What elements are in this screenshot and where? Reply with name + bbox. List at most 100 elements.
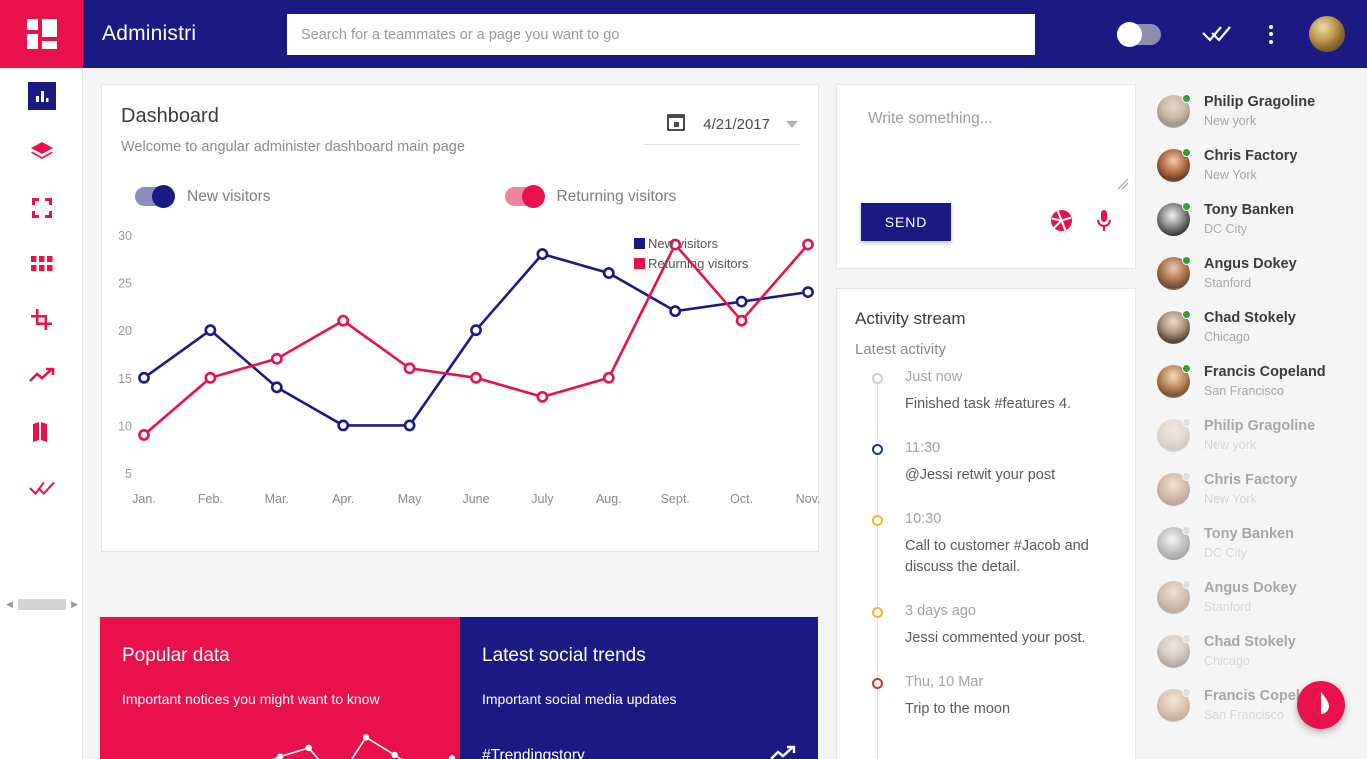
contact-item[interactable]: Tony Banken DC City [1151,192,1367,246]
dashboard-card: Dashboard Welcome to angular administer … [101,84,820,552]
user-avatar[interactable] [1309,16,1345,52]
timeline-dot [871,678,883,690]
status-badge [1182,579,1191,589]
social-trend-row[interactable]: #Trendingstory [482,729,796,759]
contact-name: Chad Stokely [1204,310,1296,326]
contact-item[interactable]: Chris Factory New York [1151,138,1367,192]
scrollbar-thumb[interactable] [18,598,66,610]
search-container [287,14,1035,55]
activity-item[interactable]: Just now Finished task #features 4. [871,369,1121,415]
sidebar-item-layers[interactable] [0,124,83,180]
contact-name: Philip Gragoline [1204,418,1316,434]
date-picker[interactable]: 4/21/2017 [665,111,798,138]
contact-name: Philip Gragoline [1204,94,1316,110]
svg-text:5: 5 [125,467,132,481]
activity-subtitle: Latest activity [855,341,946,358]
contact-city: New York [1204,168,1257,182]
resize-handle-icon[interactable] [1117,177,1129,190]
grid-icon [29,251,55,277]
theme-fab-button[interactable] [1297,681,1345,729]
contact-city: Chicago [1204,330,1250,344]
write-post-card: Write something... SEND [836,84,1136,269]
contact-item[interactable]: Chad Stokely Chicago [1151,300,1367,354]
status-badge [1182,255,1191,265]
activity-title: Activity stream [855,309,966,328]
bottom-cards: Popular data Important notices you might… [100,617,818,759]
svg-text:Aug.: Aug. [596,492,622,506]
theme-toggle-switch[interactable] [1117,21,1161,47]
avatar [1157,363,1191,398]
activity-text: Jessi commented your post. [905,630,1086,647]
activity-item[interactable]: 11:30 @Jessi retwit your post [871,440,1121,486]
contact-item[interactable]: Philip Gragoline New york [1151,408,1367,462]
contact-item[interactable]: Francis Copeland San Francisco [1151,354,1367,408]
avatar [1157,579,1191,614]
microphone-icon[interactable] [1095,209,1113,238]
app-logo[interactable] [0,0,83,68]
svg-text:Returning visitors: Returning visitors [648,256,749,271]
visitors-line-chart[interactable]: 5 10 15 20 25 30 Jan. Feb. Mar. Apr. May June July Au… [102,225,820,545]
svg-text:30: 30 [118,229,132,243]
contact-item[interactable]: Philip Gragoline New york [1151,84,1367,138]
write-actions [1050,209,1113,238]
social-trend-list: #Trendingstory#Movieoftheweek [460,729,818,759]
toggle-new-visitors-label: New visitors [187,187,271,205]
left-sidebar: ◀ ▶ [0,68,83,759]
more-vertical-icon[interactable] [1269,24,1273,44]
double-check-icon[interactable] [1201,24,1231,44]
trending-up-icon [770,745,796,759]
caret-left-icon[interactable]: ◀ [6,599,13,610]
avatar [1157,201,1191,236]
activity-item[interactable]: Thu, 10 Mar Trip to the moon [871,674,1121,720]
sidebar-item-trending[interactable] [0,348,83,404]
toggle-returning-visitors[interactable]: Returning visitors [491,185,676,208]
contact-name: Angus Dokey [1204,256,1297,272]
status-badge [1182,93,1191,103]
sidebar-item-done-all[interactable] [0,460,83,516]
contact-name: Tony Banken [1204,526,1294,542]
status-badge [1182,687,1191,697]
activity-stream-card: Activity stream Latest activity Just now… [836,288,1136,759]
write-input-placeholder[interactable]: Write something... [868,110,993,128]
activity-time: Thu, 10 Mar [905,674,984,691]
contacts-list: Philip Gragoline New york Chris Factory New… [1151,84,1367,759]
calendar-icon[interactable] [665,111,687,138]
activity-time: 3 days ago [905,603,976,620]
svg-text:June: June [462,492,489,506]
chevron-down-icon[interactable] [786,121,798,128]
svg-text:New visitors: New visitors [648,236,719,251]
layers-icon [29,139,55,165]
date-value[interactable]: 4/21/2017 [703,116,770,133]
activity-time: 10:30 [905,511,942,528]
svg-text:Apr.: Apr. [332,492,354,506]
sidebar-item-crop[interactable] [0,292,83,348]
status-badge [1182,147,1191,157]
contact-item[interactable]: Chris Factory New York [1151,462,1367,516]
send-button[interactable]: SEND [861,203,951,241]
contact-item[interactable]: Tony Banken DC City [1151,516,1367,570]
activity-time: 11:30 [905,440,941,457]
sidebar-item-map[interactable] [0,404,83,460]
activity-text: Finished task #features 4. [905,396,1072,412]
toggle-new-visitors[interactable]: New visitors [121,185,271,208]
activity-item[interactable]: 3 days ago Jessi commented your post. [871,603,1121,649]
contact-item[interactable]: Angus Dokey Stanford [1151,246,1367,300]
status-badge [1182,525,1191,535]
activity-item[interactable]: 10:30 Call to customer #Jacob and discuss… [871,511,1121,578]
svg-text:Sept.: Sept. [661,492,690,506]
activity-timeline: Just now Finished task #features 4. 11:30 @… [871,369,1121,759]
aperture-icon[interactable] [1050,209,1073,238]
caret-right-icon[interactable]: ▶ [71,599,78,610]
contact-item[interactable]: Angus Dokey Stanford [1151,570,1367,624]
contact-city: DC City [1204,222,1248,236]
search-input[interactable] [287,14,1035,55]
sidebar-item-grid[interactable] [0,236,83,292]
svg-text:15: 15 [118,372,132,386]
sidebar-scrollbar[interactable]: ◀ ▶ [6,597,78,611]
social-trends-card: Latest social trends Important social me… [460,617,818,759]
status-badge [1182,363,1191,373]
status-badge [1182,471,1191,481]
sidebar-item-dashboard[interactable] [0,68,83,124]
sidebar-item-fullscreen[interactable] [0,180,83,236]
contact-item[interactable]: Chad Stokely Chicago [1151,624,1367,678]
